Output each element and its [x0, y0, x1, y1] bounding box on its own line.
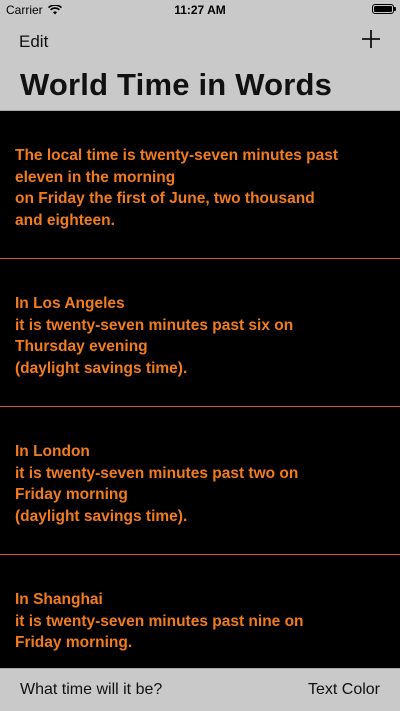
list-item-local[interactable]: The local time is twenty-seven minutes p… [0, 111, 400, 259]
navigation-bar: Edit World Time in Words [0, 20, 400, 111]
battery-fill [374, 6, 392, 12]
page-title: World Time in Words [20, 67, 333, 102]
status-bar: Carrier 11:27 AM [0, 0, 400, 20]
battery-icon [372, 4, 396, 14]
list-item-london[interactable]: In London it is twenty-seven minutes pas… [0, 407, 400, 555]
edit-button[interactable]: Edit [19, 32, 48, 52]
list-item-los-angeles[interactable]: In Los Angeles it is twenty-seven minute… [0, 259, 400, 407]
status-time: 11:27 AM [174, 3, 226, 17]
plus-icon[interactable] [360, 28, 382, 50]
list-item-shanghai[interactable]: In Shanghai it is twenty-seven minutes p… [0, 555, 400, 668]
bottom-toolbar: What time will it be? Text Color [0, 668, 400, 711]
time-list[interactable]: The local time is twenty-seven minutes p… [0, 111, 400, 668]
text-color-button[interactable]: Text Color [308, 681, 380, 699]
what-time-will-it-be-button[interactable]: What time will it be? [20, 681, 162, 699]
